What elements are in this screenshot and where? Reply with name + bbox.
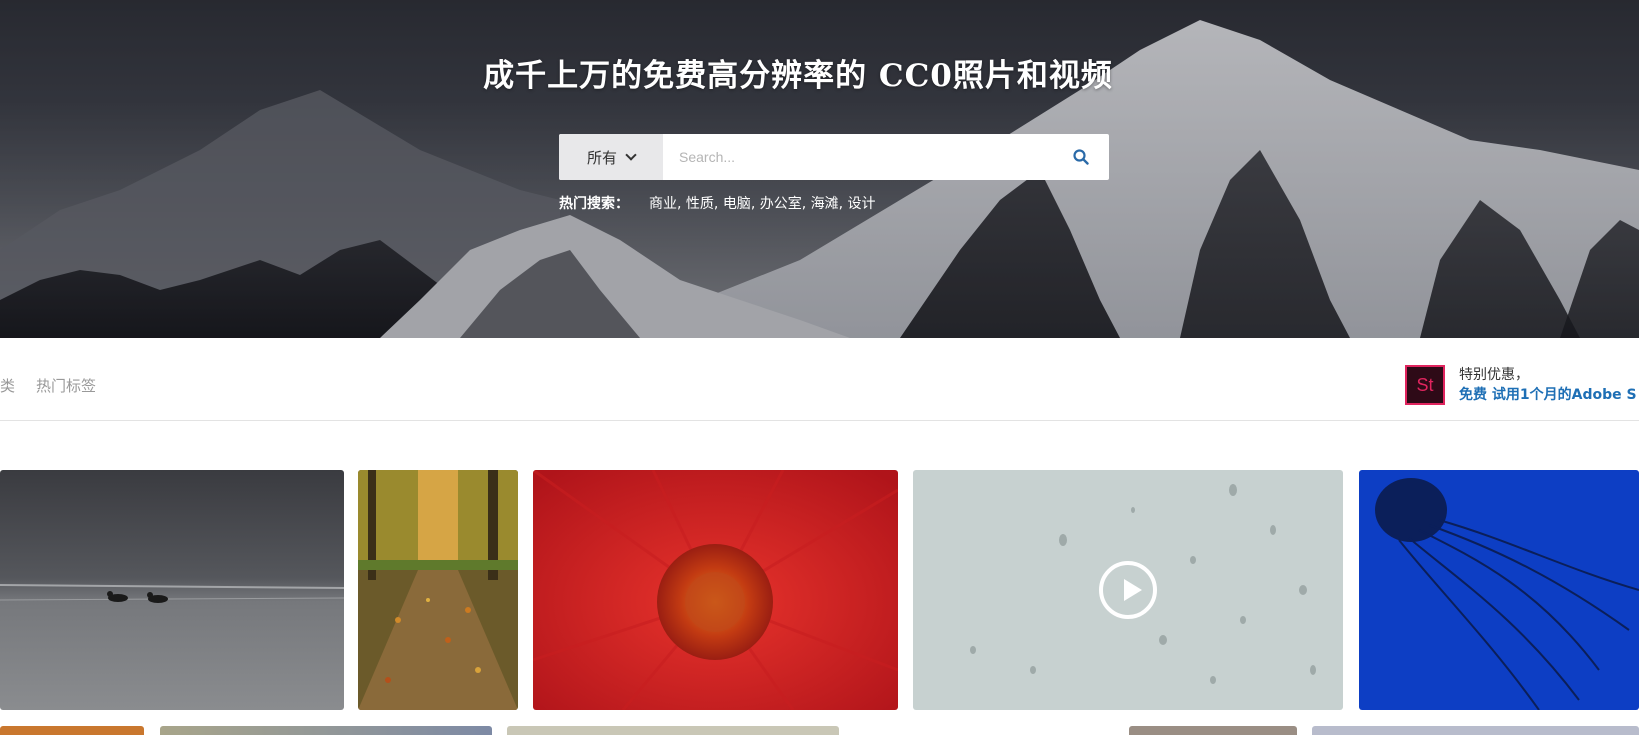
row2-photo[interactable]: [507, 726, 839, 735]
adobe-stock-logo: St: [1405, 365, 1445, 405]
hot-search-link[interactable]: 设计: [848, 196, 876, 212]
red-flower-photo[interactable]: [533, 470, 898, 710]
hot-search-link[interactable]: 办公室: [760, 196, 802, 212]
lake-birds-image: [0, 470, 344, 710]
play-icon[interactable]: [1099, 561, 1157, 619]
hot-search-link[interactable]: 海滩: [811, 196, 839, 212]
autumn-path-photo[interactable]: [358, 470, 518, 710]
row2-photo[interactable]: [0, 726, 144, 735]
search-icon: [1073, 149, 1089, 165]
promo-line1: 特别优惠，: [1459, 367, 1529, 383]
nav-item-categories[interactable]: 类: [0, 375, 15, 396]
hero-title: 成千上万的免费高分辨率的 CC0照片和视频: [483, 58, 1113, 94]
hot-search-link[interactable]: 性质: [686, 196, 714, 212]
hot-search-link[interactable]: 电脑: [723, 196, 751, 212]
adobe-stock-promo[interactable]: St 特别优惠， 免费 试用1个月的Adobe S: [1405, 365, 1637, 405]
row2-photo[interactable]: [1312, 726, 1639, 735]
category-nav: 类 热门标签 St 特别优惠， 免费 试用1个月的Adobe S: [0, 338, 1639, 421]
chevron-down-icon: [625, 149, 637, 161]
hero-banner: 成千上万的免费高分辨率的 CC0照片和视频 所有 热门搜索： 商业, 性质, 电…: [0, 0, 1639, 338]
jellyfish-image: [1359, 470, 1639, 710]
search-input[interactable]: [663, 134, 1053, 180]
hot-search-links: 商业, 性质, 电脑, 办公室, 海滩, 设计: [649, 196, 876, 212]
hot-search-label: 热门搜索：: [559, 196, 629, 212]
lake-birds-photo[interactable]: [0, 470, 344, 710]
category-selected-label: 所有: [586, 148, 617, 167]
search-button[interactable]: [1053, 134, 1109, 180]
promo-text: 特别优惠， 免费 试用1个月的Adobe S: [1459, 365, 1637, 405]
autumn-path-image: [358, 470, 518, 710]
jellyfish-photo[interactable]: [1359, 470, 1639, 710]
row2-photo[interactable]: [1129, 726, 1297, 735]
search-bar: 所有: [559, 134, 1109, 180]
promo-trial-link[interactable]: 免费 试用1个月的Adobe S: [1459, 385, 1637, 405]
row2-photo[interactable]: [160, 726, 492, 735]
raindrops-video[interactable]: [913, 470, 1343, 710]
hot-search-link[interactable]: 商业: [649, 196, 677, 212]
hot-search: 热门搜索： 商业, 性质, 电脑, 办公室, 海滩, 设计: [559, 193, 876, 213]
red-flower-image: [533, 470, 898, 710]
category-dropdown[interactable]: 所有: [559, 134, 663, 180]
nav-item-popular-tags[interactable]: 热门标签: [36, 375, 96, 396]
